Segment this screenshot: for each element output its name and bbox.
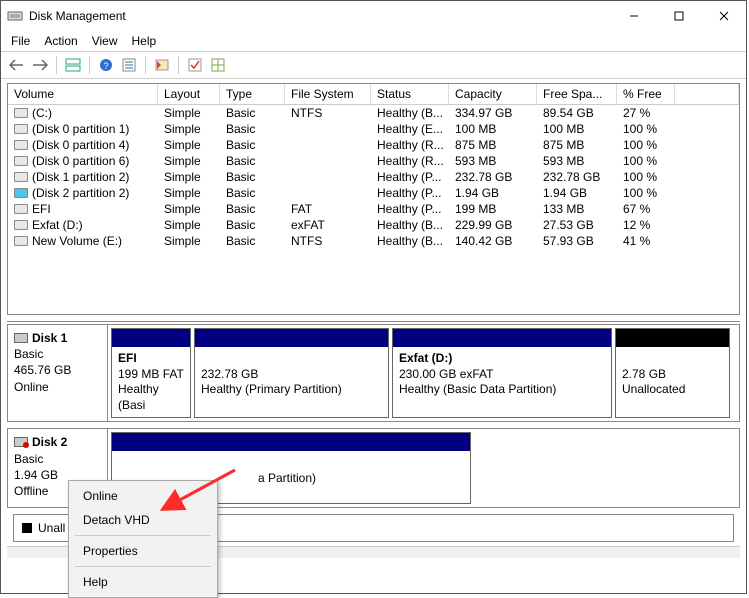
toolbar: ? [1,51,746,79]
drive-icon [14,204,28,214]
volume-row[interactable]: New Volume (E:) Simple Basic NTFS Health… [8,233,739,249]
col-free[interactable]: Free Spa... [537,84,617,104]
drive-icon [14,156,28,166]
col-type[interactable]: Type [220,84,285,104]
partition[interactable]: Exfat (D:) 230.00 GB exFAT Healthy (Basi… [392,328,612,418]
view-split-icon[interactable] [63,55,83,75]
volume-row[interactable]: Exfat (D:) Simple Basic exFAT Healthy (B… [8,217,739,233]
vhd-disk-icon [14,437,28,447]
col-status[interactable]: Status [371,84,449,104]
window-title: Disk Management [29,9,611,23]
drive-icon [14,188,28,198]
drive-icon [14,108,28,118]
settings-list-icon[interactable] [119,55,139,75]
titlebar: Disk Management [1,1,746,31]
volume-row[interactable]: (Disk 0 partition 6) Simple Basic Health… [8,153,739,169]
ctx-detach-vhd[interactable]: Detach VHD [69,508,217,532]
menubar: File Action View Help [1,31,746,51]
minimize-button[interactable] [611,1,656,31]
disk1-partitions: EFI 199 MB FAT Healthy (Basi 232.78 GB H… [108,325,739,421]
col-capacity[interactable]: Capacity [449,84,537,104]
volume-list: Volume Layout Type File System Status Ca… [7,83,740,315]
drive-icon [14,124,28,134]
menu-help[interactable]: Help [132,34,157,48]
back-button[interactable] [7,55,27,75]
disk1-info[interactable]: Disk 1 Basic 465.76 GB Online [8,325,108,421]
menu-view[interactable]: View [92,34,118,48]
menu-file[interactable]: File [11,34,30,48]
drive-icon [14,220,28,230]
col-volume[interactable]: Volume [8,84,158,104]
disk-block-1[interactable]: Disk 1 Basic 465.76 GB Online EFI 199 MB… [7,324,740,422]
partition-header-bar [195,329,388,347]
close-button[interactable] [701,1,746,31]
col-fs[interactable]: File System [285,84,371,104]
legend-unallocated-label: Unall [38,521,65,535]
partition[interactable]: 232.78 GB Healthy (Primary Partition) [194,328,389,418]
forward-button[interactable] [30,55,50,75]
volume-row[interactable]: (Disk 0 partition 4) Simple Basic Health… [8,137,739,153]
volume-list-header: Volume Layout Type File System Status Ca… [8,84,739,105]
col-layout[interactable]: Layout [158,84,220,104]
partition[interactable]: 2.78 GB Unallocated [615,328,730,418]
volume-row[interactable]: (Disk 1 partition 2) Simple Basic Health… [8,169,739,185]
volume-rows: (C:) Simple Basic NTFS Healthy (B... 334… [8,105,739,314]
col-pct[interactable]: % Free [617,84,675,104]
partition-header-bar [393,329,611,347]
help-icon[interactable]: ? [96,55,116,75]
volume-row[interactable]: (Disk 0 partition 1) Simple Basic Health… [8,121,739,137]
drive-icon [14,172,28,182]
context-menu: Online Detach VHD Properties Help [68,480,218,598]
ctx-properties[interactable]: Properties [69,539,217,563]
legend-unallocated-swatch [22,523,32,533]
svg-text:?: ? [103,61,108,71]
drive-icon [14,140,28,150]
partition[interactable]: EFI 199 MB FAT Healthy (Basi [111,328,191,418]
partition-header-bar [112,329,190,347]
volume-row[interactable]: (Disk 2 partition 2) Simple Basic Health… [8,185,739,201]
ctx-help[interactable]: Help [69,570,217,594]
checkbox-icon[interactable] [185,55,205,75]
maximize-button[interactable] [656,1,701,31]
ctx-online[interactable]: Online [69,484,217,508]
grid-icon[interactable] [208,55,228,75]
menu-action[interactable]: Action [44,34,77,48]
disk-icon [14,333,28,343]
partition-header-bar [112,433,470,451]
app-icon [7,8,23,24]
action-flag-icon[interactable] [152,55,172,75]
volume-row[interactable]: (C:) Simple Basic NTFS Healthy (B... 334… [8,105,739,121]
drive-icon [14,236,28,246]
volume-row[interactable]: EFI Simple Basic FAT Healthy (P... 199 M… [8,201,739,217]
partition-header-bar [616,329,729,347]
